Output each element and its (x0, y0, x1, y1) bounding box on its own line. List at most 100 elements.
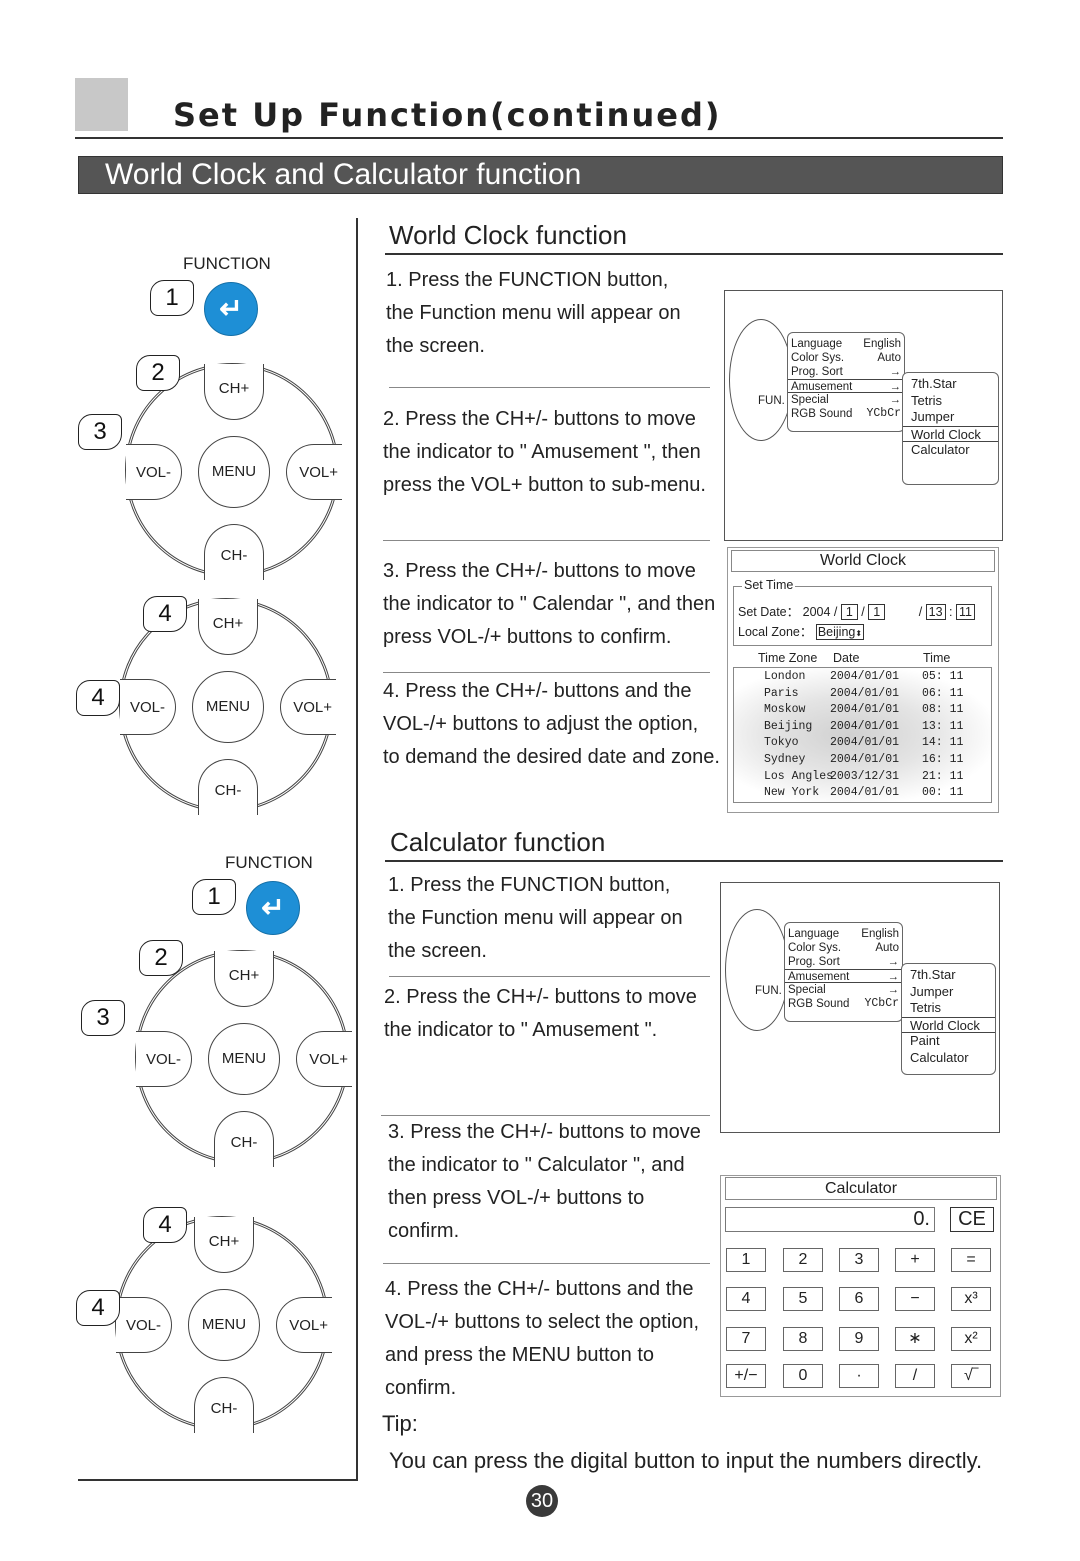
day-field[interactable]: 1 (868, 604, 886, 620)
calculator-key-button[interactable]: 3 (839, 1248, 879, 1272)
table-cell: Los Angles (764, 769, 834, 783)
vol-minus-button[interactable]: VOL- (126, 444, 182, 500)
vol-minus-button[interactable]: VOL- (116, 1297, 172, 1353)
function-button[interactable]: ↵ (246, 881, 300, 935)
section-rule (385, 860, 1003, 862)
calculator-key-button[interactable]: 6 (839, 1287, 879, 1311)
tip-label: Tip: (382, 1411, 418, 1436)
table-row: Los Angles 2003/12/31 21: 11 (764, 769, 991, 786)
ch-plus-button[interactable]: CH+ (198, 599, 258, 655)
table-cell: 2003/12/31 (830, 769, 900, 783)
step-line: VOL-/+ buttons to adjust the option, (383, 713, 699, 735)
table-cell: 00: 11 (922, 786, 964, 800)
menu-item-label: RGB Sound (788, 998, 850, 1010)
minute-field[interactable]: 11 (955, 604, 975, 620)
function-button[interactable]: ↵ (204, 282, 258, 336)
menu-button[interactable]: MENU (198, 436, 270, 508)
calculator-key-button[interactable]: 2 (783, 1248, 823, 1272)
menu-button[interactable]: MENU (188, 1289, 260, 1361)
calculator-key-button[interactable]: +/− (726, 1364, 766, 1388)
vol-plus-button[interactable]: VOL+ (286, 444, 342, 500)
dialog-title: Calculator (824, 1180, 898, 1197)
remote-illustration (729, 319, 793, 441)
hour-field[interactable]: 13 (925, 604, 946, 620)
step-line: the screen. (388, 940, 487, 962)
calculator-key-button[interactable]: √‾ (951, 1364, 991, 1388)
menu-item-label: Prog. Sort (788, 956, 840, 968)
calculator-key-button[interactable]: 7 (726, 1327, 766, 1351)
vol-minus-button[interactable]: VOL- (136, 1031, 192, 1087)
set-time-group: Set Time Set Date： 2004 / 1 / 1 / 13 : 1… (733, 578, 992, 646)
ch-minus-button[interactable]: CH- (198, 759, 258, 815)
calculator-key-button[interactable]: x³ (951, 1287, 991, 1311)
calculator-key-button[interactable]: 9 (839, 1327, 879, 1351)
year-value: 2004 / (802, 605, 838, 619)
enter-return-icon: ↵ (261, 892, 285, 923)
menu-item-label: Language (788, 928, 840, 940)
step-line: 2. Press the CH+/- buttons to move (384, 986, 697, 1008)
table-cell: 2004/01/01 (830, 752, 900, 766)
menu-item: RGB Sound YCbCr (785, 997, 902, 1011)
local-zone-select[interactable]: Beijing⬍ (815, 624, 865, 640)
calculator-key-button[interactable]: 1 (726, 1248, 766, 1272)
month-field[interactable]: 1 (840, 604, 858, 620)
menu-item: Prog. Sort → (785, 955, 902, 969)
submenu-item: Calculator (911, 442, 970, 457)
section-rule (385, 253, 1003, 255)
ch-minus-button[interactable]: CH- (204, 524, 264, 580)
table-row: Tokyo 2004/01/01 14: 11 (764, 735, 991, 752)
world-clock-title: World Clock function (389, 220, 627, 250)
menu-button[interactable]: MENU (192, 671, 264, 743)
submenu-item: Paint (910, 1033, 940, 1048)
table-cell: 06: 11 (922, 686, 964, 700)
header-square (75, 78, 128, 131)
page-number-text: 30 (530, 1490, 554, 1512)
calculator-key-button[interactable]: 4 (726, 1287, 766, 1311)
vol-plus-button[interactable]: VOL+ (280, 679, 336, 735)
calculator-key-button[interactable]: 0 (783, 1364, 823, 1388)
vol-minus-button[interactable]: VOL- (120, 679, 176, 735)
calculator-key-button[interactable]: 5 (783, 1287, 823, 1311)
ch-plus-button[interactable]: CH+ (194, 1217, 254, 1273)
function-menu: Language English Color Sys. Auto Prog. Sort →… (787, 332, 905, 432)
table-cell: 2004/01/01 (830, 703, 900, 717)
column-header: Date (833, 651, 860, 665)
calculator-key-button[interactable]: = (951, 1248, 991, 1272)
submenu-item: World Clock (903, 425, 998, 442)
set-date-row: Set Date： 2004 / 1 / 1 / 13 : 11 (738, 601, 975, 620)
ch-minus-button[interactable]: CH- (214, 1111, 274, 1167)
calculator-key-button[interactable]: / (895, 1364, 935, 1388)
function-menu-screen: FUN. Language English Color Sys. Auto Prog. … (720, 882, 1000, 1133)
dialog-title: World Clock (820, 552, 906, 569)
step-line: the Function menu will appear on (388, 907, 683, 929)
calc-step: 1. Press the FUNCTION button, the Functio… (388, 871, 683, 970)
step-divider (383, 1263, 710, 1264)
fun-label: FUN. (758, 395, 785, 407)
vol-plus-button[interactable]: VOL+ (296, 1031, 352, 1087)
vol-plus-button[interactable]: VOL+ (276, 1297, 332, 1353)
table-cell: Moskow (764, 703, 806, 717)
table-row: Beijing 2004/01/01 13: 11 (764, 719, 991, 736)
step-divider (389, 976, 710, 977)
clear-button[interactable]: CE (950, 1207, 994, 1232)
ch-minus-button[interactable]: CH- (194, 1377, 254, 1433)
calculator-key-button[interactable]: ∗ (895, 1327, 935, 1351)
set-date-label: Set Date： (738, 605, 800, 619)
ch-plus-button[interactable]: CH+ (204, 364, 264, 420)
table-row: New York 2004/01/01 00: 11 (764, 785, 991, 802)
calculator-key-button[interactable]: + (895, 1248, 935, 1272)
spinner-arrows-icon: ⬍ (855, 629, 863, 638)
ch-plus-button[interactable]: CH+ (214, 951, 274, 1007)
table-cell: London (764, 670, 806, 683)
hand-step-2: 2 (136, 355, 180, 391)
step-divider (389, 387, 710, 388)
calculator-key-button[interactable]: − (895, 1287, 935, 1311)
menu-button[interactable]: MENU (208, 1023, 280, 1095)
wc-step: 4. Press the CH+/- buttons and the VOL-/… (383, 676, 720, 775)
column-header: Time Zone (758, 651, 818, 665)
calculator-key-button[interactable]: 8 (783, 1327, 823, 1351)
calculator-key-button[interactable]: · (839, 1364, 879, 1388)
menu-item-value: English (863, 338, 901, 350)
calculator-key-button[interactable]: x² (951, 1327, 991, 1351)
column-header: Time (923, 651, 951, 665)
